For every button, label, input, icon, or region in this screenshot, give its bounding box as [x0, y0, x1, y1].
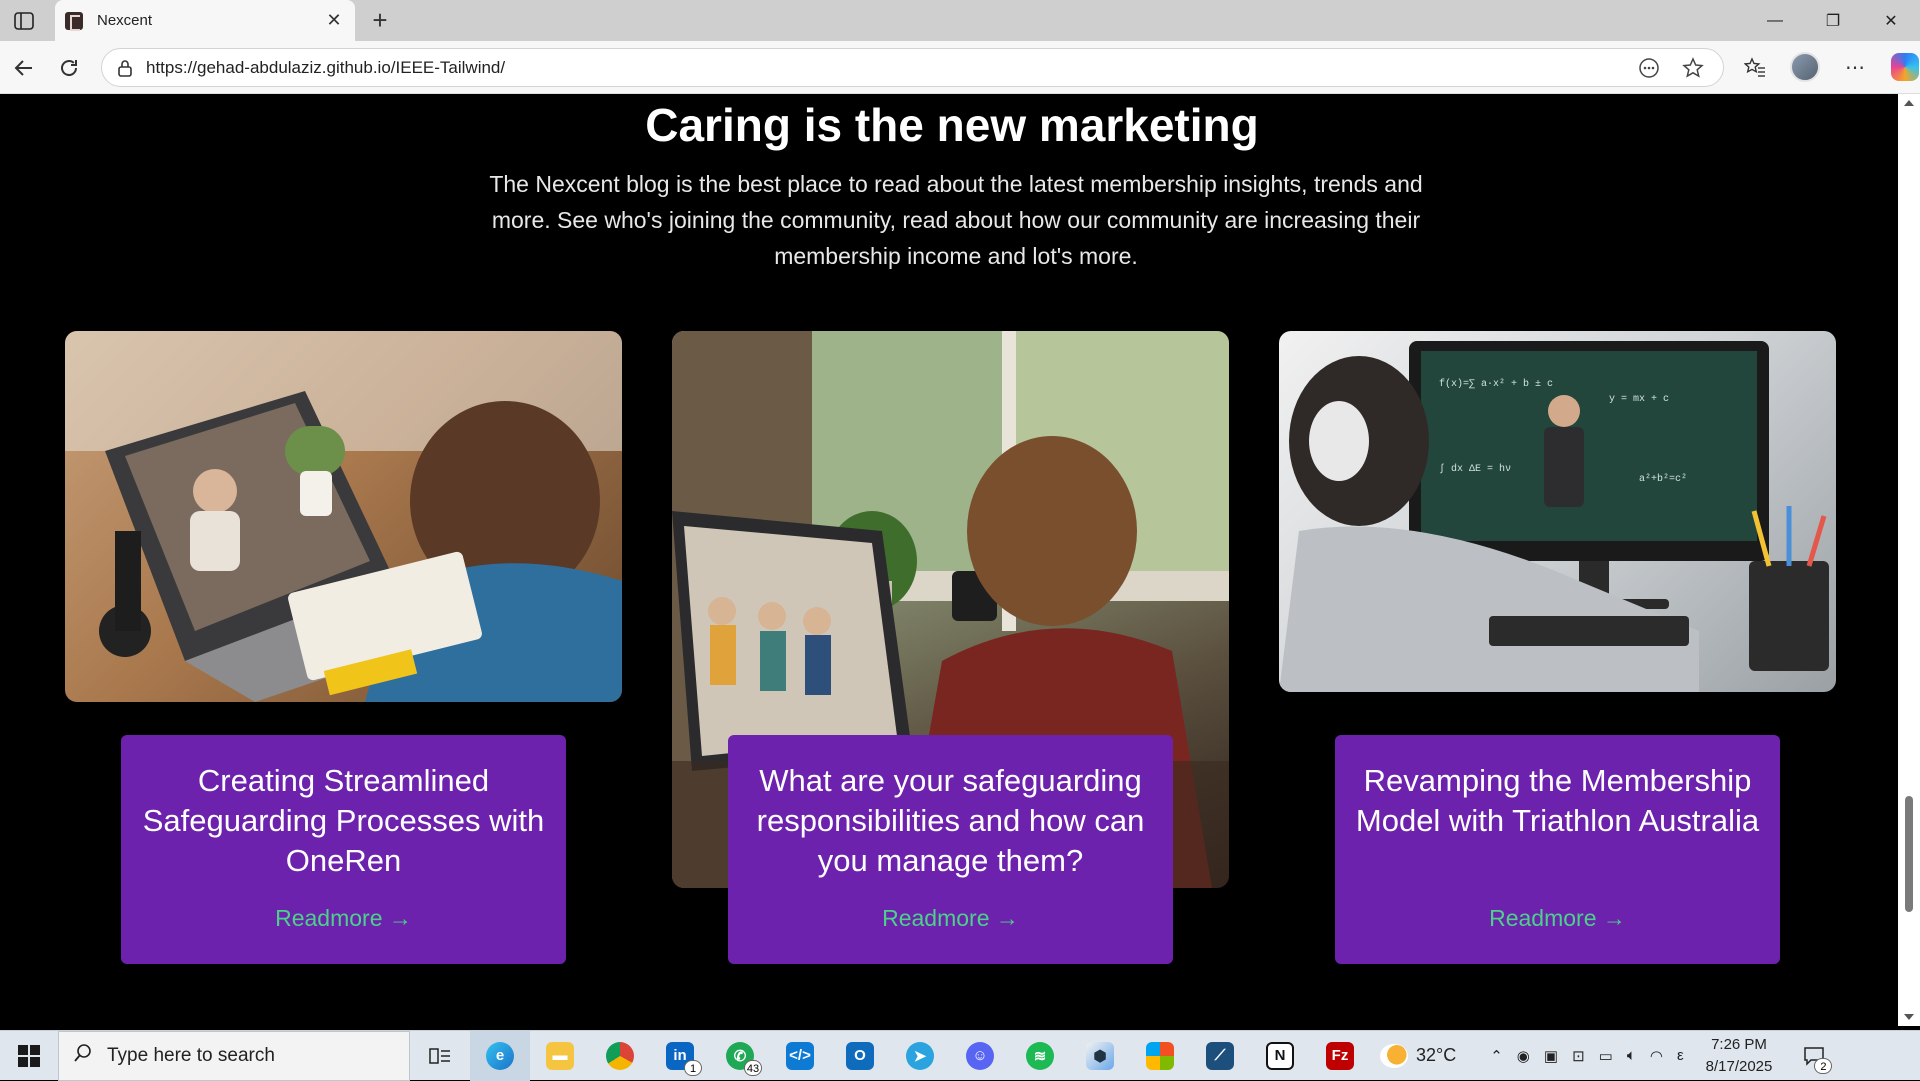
linkedin-badge: 1: [684, 1059, 702, 1076]
filezilla-icon[interactable]: Fz: [1310, 1031, 1370, 1081]
blog-card-title: Creating Streamlined Safeguarding Proces…: [142, 763, 545, 878]
meet-now-icon[interactable]: ▣: [1544, 1047, 1558, 1065]
more-options-icon[interactable]: ⋯: [1840, 52, 1870, 82]
tab-title: Nexcent: [97, 12, 153, 29]
taskbar-clock[interactable]: 7:26 PM 8/17/2025: [1706, 1034, 1773, 1078]
telegram-icon[interactable]: ➤: [890, 1031, 950, 1081]
volume-icon[interactable]: 🔈︎: [1627, 1047, 1636, 1064]
toolbar-right: ⋯: [1740, 52, 1920, 82]
clock-date: 8/17/2025: [1705, 1057, 1773, 1075]
search-placeholder: Type here to search: [107, 1044, 275, 1066]
close-window-button[interactable]: ✕: [1862, 0, 1920, 41]
site-favicon-icon: [65, 11, 83, 31]
discord-icon[interactable]: ☺: [950, 1031, 1010, 1081]
web-page: Caring is the new marketing The Nexcent …: [6, 94, 1898, 1026]
minimize-button[interactable]: —: [1746, 0, 1804, 41]
browser-tab[interactable]: Nexcent ✕: [55, 0, 355, 41]
copilot-icon[interactable]: [1890, 52, 1920, 82]
blog-card-title: What are your safeguarding responsibilit…: [756, 763, 1145, 878]
page-scrollbar[interactable]: [1898, 94, 1920, 1026]
blog-image-1: [65, 331, 622, 702]
wifi-icon[interactable]: ◠: [1650, 1047, 1663, 1065]
edge-browser-icon[interactable]: e: [470, 1030, 530, 1081]
favorites-icon[interactable]: [1740, 52, 1770, 82]
profile-avatar[interactable]: [1790, 52, 1820, 82]
network-status-icon[interactable]: ⊡: [1572, 1047, 1585, 1065]
blog-card[interactable]: What are your safeguarding responsibilit…: [728, 735, 1173, 964]
language-icon[interactable]: ε: [1677, 1047, 1684, 1064]
weather-sun-icon: [1380, 1043, 1408, 1068]
favorite-star-icon[interactable]: [1679, 54, 1707, 82]
temperature-text: 32°C: [1416, 1045, 1457, 1065]
blog-image-3: f(x)=∑ a·x² + b ± c y = mx + c ∫ dx ΔE =…: [1279, 331, 1836, 692]
search-icon: [73, 1043, 93, 1068]
readmore-link[interactable]: Readmore →: [728, 905, 1173, 932]
scroll-down-arrow-icon[interactable]: [1904, 1014, 1914, 1020]
vpn-shield-icon[interactable]: ⬢: [1070, 1031, 1130, 1081]
back-button[interactable]: [10, 54, 38, 82]
section-description: The Nexcent blog is the best place to re…: [489, 171, 1423, 269]
clock-time: 7:26 PM: [1711, 1035, 1767, 1053]
spotify-icon[interactable]: ≋: [1010, 1031, 1070, 1081]
whatsapp-badge: 43: [744, 1059, 762, 1076]
window-controls: — ❐ ✕: [1746, 0, 1920, 41]
task-view-icon[interactable]: [410, 1031, 470, 1081]
close-tab-icon[interactable]: ✕: [323, 10, 345, 31]
reading-mode-icon[interactable]: [1635, 54, 1663, 82]
address-bar[interactable]: https://gehad-abdulaziz.github.io/IEEE-T…: [101, 48, 1724, 87]
battery-icon[interactable]: ▭: [1599, 1047, 1613, 1065]
new-tab-button[interactable]: +: [365, 6, 395, 36]
system-tray: ⌃ ◉ ▣ ⊡ ▭ 🔈︎ ◠ ε: [1490, 1047, 1683, 1065]
microsoft-store-icon[interactable]: [1130, 1031, 1190, 1081]
whatsapp-icon[interactable]: ✆ 43: [710, 1031, 770, 1081]
tab-actions-icon[interactable]: [12, 10, 36, 32]
svg-text:y = mx + c: y = mx + c: [1609, 394, 1669, 405]
svg-text:∫ dx ΔE = hν: ∫ dx ΔE = hν: [1439, 463, 1511, 475]
tray-chevron-icon[interactable]: ⌃: [1490, 1047, 1503, 1065]
url-text[interactable]: https://gehad-abdulaziz.github.io/IEEE-T…: [146, 58, 1635, 78]
file-explorer-icon[interactable]: ▬: [530, 1031, 590, 1081]
readmore-link[interactable]: Readmore →: [1335, 905, 1780, 932]
restore-button[interactable]: ❐: [1804, 0, 1862, 41]
blog-card[interactable]: Creating Streamlined Safeguarding Proces…: [121, 735, 566, 964]
linkedin-icon[interactable]: in 1: [650, 1031, 710, 1081]
notion-icon[interactable]: N: [1250, 1031, 1310, 1081]
remote-desktop-icon[interactable]: ⟋: [1190, 1031, 1250, 1081]
weather-widget[interactable]: 32°C: [1380, 1043, 1457, 1068]
readmore-link[interactable]: Readmore →: [121, 905, 566, 932]
vscode-icon[interactable]: </>: [770, 1031, 830, 1081]
section-heading: Caring is the new marketing: [645, 99, 1259, 151]
windows-taskbar: Type here to search e ▬ in 1 ✆ 43 </> O ➤ …: [0, 1030, 1920, 1081]
blog-card[interactable]: Revamping the Membership Model with Tria…: [1335, 735, 1780, 964]
browser-titlebar: Nexcent ✕ + — ❐ ✕: [0, 0, 1920, 41]
notification-count-badge: 2: [1814, 1057, 1833, 1074]
browser-toolbar: https://gehad-abdulaziz.github.io/IEEE-T…: [0, 41, 1920, 94]
notification-center-icon[interactable]: 2: [1794, 1036, 1834, 1076]
scroll-up-arrow-icon[interactable]: [1904, 100, 1914, 106]
outlook-icon[interactable]: O: [830, 1031, 890, 1081]
svg-text:a²+b²=c²: a²+b²=c²: [1639, 473, 1687, 485]
record-icon[interactable]: ◉: [1517, 1047, 1530, 1065]
blog-card-title: Revamping the Membership Model with Tria…: [1355, 763, 1760, 838]
chrome-icon[interactable]: [590, 1031, 650, 1081]
taskbar-search-box[interactable]: Type here to search: [58, 1030, 410, 1081]
start-button[interactable]: [0, 1031, 58, 1081]
lock-icon[interactable]: [116, 59, 134, 77]
scrollbar-thumb[interactable]: [1905, 796, 1913, 912]
svg-text:f(x)=∑ a·x² + b ± c: f(x)=∑ a·x² + b ± c: [1439, 378, 1553, 390]
reload-button[interactable]: [55, 54, 83, 82]
